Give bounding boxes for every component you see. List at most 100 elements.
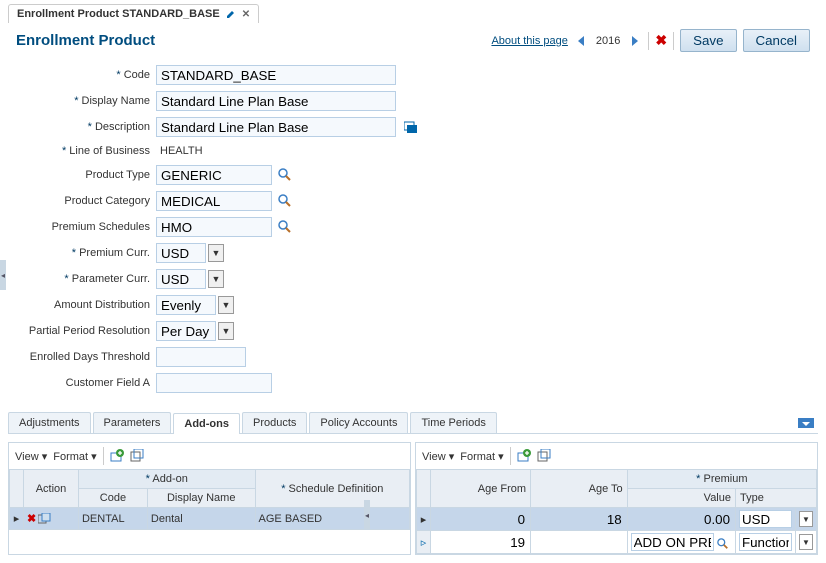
premium-schedules-input[interactable] (156, 217, 272, 237)
detach-icon[interactable] (130, 449, 144, 463)
col-action[interactable]: Action (24, 470, 79, 508)
search-icon[interactable] (717, 538, 729, 550)
search-icon[interactable] (278, 220, 292, 234)
code-input[interactable] (156, 65, 396, 85)
table-row[interactable]: ▹ ▼ (417, 531, 817, 554)
col-premium-group: Premium (627, 470, 816, 489)
chevron-down-icon[interactable]: ▼ (208, 244, 224, 262)
edt-input[interactable] (156, 347, 246, 367)
code-label: Code (16, 69, 156, 81)
form: Code Display Name Description Line of Bu… (0, 62, 826, 404)
chevron-down-icon[interactable]: ▼ (799, 511, 813, 527)
col-addon-group: Add-on (78, 470, 255, 489)
display-name-input[interactable] (156, 91, 396, 111)
tab-policy-accounts[interactable]: Policy Accounts (309, 412, 408, 433)
col-age-to[interactable]: Age To (531, 470, 628, 508)
prev-arrow-icon[interactable] (574, 33, 590, 49)
premium-curr-label: Premium Curr. (16, 247, 156, 259)
row-expander[interactable]: ▹ (417, 531, 431, 554)
cell-code[interactable]: DENTAL (78, 508, 147, 530)
view-menu[interactable]: View ▾ (15, 450, 47, 463)
type-input[interactable] (739, 533, 792, 551)
tab-time-periods[interactable]: Time Periods (410, 412, 496, 433)
ppr-input[interactable] (156, 321, 216, 341)
subtab-bar: Adjustments Parameters Add-ons Products … (8, 412, 818, 434)
col-code[interactable]: Code (78, 489, 147, 508)
format-menu[interactable]: Format ▾ (53, 450, 96, 463)
cancel-button[interactable]: Cancel (743, 29, 811, 52)
age-from-input[interactable] (434, 510, 527, 528)
search-icon[interactable] (278, 194, 292, 208)
description-details-icon[interactable] (404, 121, 418, 133)
row-selector-header (417, 470, 431, 508)
next-arrow-icon[interactable] (626, 33, 642, 49)
page-tab-title: Enrollment Product STANDARD_BASE (17, 8, 220, 20)
lob-label: Line of Business (16, 145, 156, 157)
cfa-input[interactable] (156, 373, 272, 393)
col-schedule[interactable]: Schedule Definition (255, 470, 409, 508)
product-type-label: Product Type (16, 169, 156, 181)
age-to-input[interactable] (534, 510, 624, 528)
product-type-input[interactable] (156, 165, 272, 185)
age-to-input[interactable] (534, 533, 624, 551)
premium-schedules-label: Premium Schedules (16, 221, 156, 233)
separator (103, 447, 104, 465)
detach-icon[interactable] (537, 449, 551, 463)
amount-dist-input[interactable] (156, 295, 216, 315)
age-from-input[interactable] (434, 533, 527, 551)
description-input[interactable] (156, 117, 396, 137)
edt-label: Enrolled Days Threshold (16, 351, 156, 363)
col-age-from[interactable]: Age From (431, 470, 531, 508)
parameter-curr-label: Parameter Curr. (16, 273, 156, 285)
table-row[interactable]: ▸ ✖ DENTAL Dental AGE BASED (10, 508, 410, 530)
tab-adjustments[interactable]: Adjustments (8, 412, 91, 433)
col-display-name[interactable]: Display Name (147, 489, 255, 508)
search-icon[interactable] (278, 168, 292, 182)
row-selector[interactable]: ▸ (417, 508, 431, 531)
row-selector[interactable]: ▸ (10, 508, 24, 530)
tab-parameters[interactable]: Parameters (93, 412, 172, 433)
row-selector-header (10, 470, 24, 508)
chevron-down-icon[interactable]: ▼ (218, 296, 234, 314)
close-icon[interactable]: ✕ (242, 9, 250, 20)
collapse-splitter-icon[interactable]: ◂ (364, 500, 370, 530)
collapse-left-icon[interactable]: ◂ (0, 260, 6, 290)
copy-row-icon[interactable] (38, 512, 52, 524)
save-button[interactable]: Save (680, 29, 736, 52)
product-category-input[interactable] (156, 191, 272, 211)
type-input[interactable] (739, 510, 792, 528)
page-tab[interactable]: Enrollment Product STANDARD_BASE ✕ (8, 4, 259, 23)
cell-display-name[interactable]: Dental (147, 508, 255, 530)
tab-products[interactable]: Products (242, 412, 307, 433)
separator (673, 32, 674, 50)
cell-schedule[interactable]: AGE BASED (255, 508, 409, 530)
chevron-down-icon[interactable]: ▼ (218, 322, 234, 340)
page-title: Enrollment Product (16, 32, 155, 49)
premium-curr-input[interactable] (156, 243, 206, 263)
tab-addons[interactable]: Add-ons (173, 413, 240, 434)
cfa-label: Customer Field A (16, 377, 156, 389)
edit-icon (226, 9, 236, 19)
col-value[interactable]: Value (627, 489, 735, 508)
chevron-down-icon[interactable]: ▼ (799, 534, 813, 550)
add-row-icon[interactable] (517, 449, 531, 463)
product-category-label: Product Category (16, 195, 156, 207)
col-type[interactable]: Type (736, 489, 817, 508)
about-link[interactable]: About this page (491, 35, 567, 47)
separator (648, 32, 649, 50)
delete-icon[interactable]: ✖ (655, 32, 667, 49)
addons-grid: View ▾ Format ▾ Action Add-on Schedule D… (8, 442, 411, 555)
view-menu[interactable]: View ▾ (422, 450, 454, 463)
restore-icon[interactable] (798, 417, 814, 429)
value-input[interactable] (631, 510, 732, 528)
value-input[interactable] (631, 533, 714, 551)
parameter-curr-input[interactable] (156, 269, 206, 289)
delete-row-icon[interactable]: ✖ (27, 512, 36, 525)
table-row[interactable]: ▸ ▼ (417, 508, 817, 531)
format-menu[interactable]: Format ▾ (460, 450, 503, 463)
year-label: 2016 (596, 35, 620, 47)
lob-value: HEALTH (156, 143, 207, 159)
add-row-icon[interactable] (110, 449, 124, 463)
chevron-down-icon[interactable]: ▼ (208, 270, 224, 288)
ppr-label: Partial Period Resolution (16, 325, 156, 337)
